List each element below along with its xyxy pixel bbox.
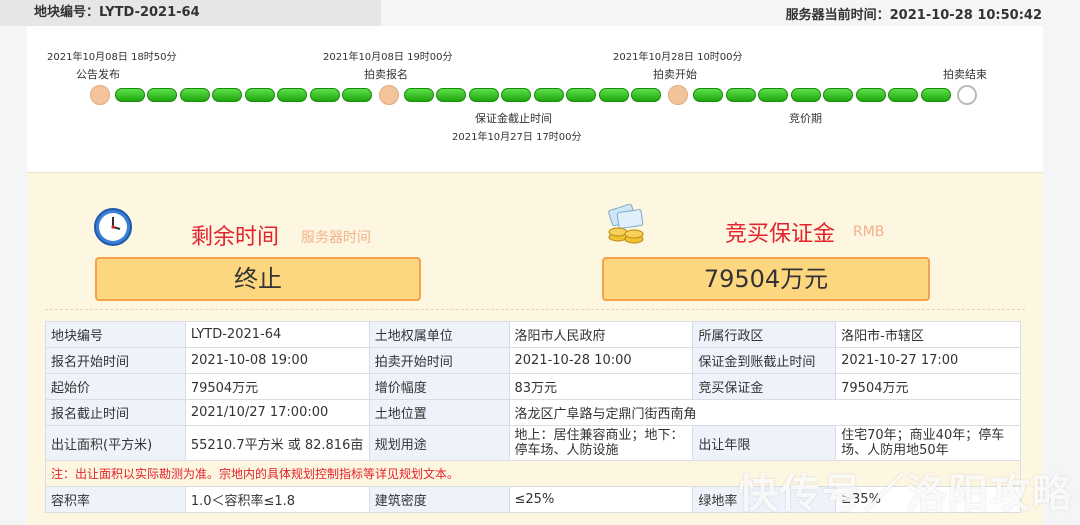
table-cell-value: 地上：居住兼容商业；地下：停车场、人防设施 [508, 425, 694, 461]
table-cell-value: 1.0＜容积率≤1.8 [184, 486, 370, 513]
progress-segment [566, 88, 597, 102]
table-row: 地块编号 LYTD-2021-64 土地权属单位 洛阳市人民政府 所属行政区 洛… [45, 321, 1021, 348]
progress-segment [404, 88, 434, 102]
progress-segment [501, 88, 532, 102]
table-row: 报名截止时间 2021/10/27 17:00:00 土地位置 洛龙区广阜路与定… [45, 399, 1022, 426]
stage-date-register: 2021年10月08日 19时00分 [323, 52, 453, 63]
table-cell-value: 2021-10-27 17:00 [835, 347, 1021, 374]
progress-segment [921, 88, 951, 102]
table-cell-value: 79504万元 [835, 373, 1021, 400]
stage-dot-announce [90, 85, 110, 105]
stage-date-announce: 2021年10月08日 18时50分 [47, 52, 177, 63]
table-cell-value: 洛阳市-市辖区 [835, 321, 1021, 348]
table-cell-key: 建筑密度 [368, 486, 510, 513]
table-row: 报名开始时间 2021-10-08 19:00 拍卖开始时间 2021-10-2… [45, 347, 1021, 374]
server-time: 服务器当前时间：2021-10-28 10:50:42 [785, 7, 1042, 23]
progress-segment [758, 88, 789, 102]
table-cell-key: 起始价 [45, 373, 186, 400]
remaining-time-value: 终止 [95, 257, 421, 301]
table-cell-key: 报名开始时间 [45, 347, 186, 374]
progress-segment [855, 88, 886, 102]
stage-label-start: 拍卖开始 [653, 68, 697, 81]
divider [45, 309, 1025, 310]
remaining-time-subtitle: 服务器时间 [301, 230, 371, 246]
progress-segment [693, 88, 723, 102]
progress-segment [179, 88, 210, 102]
progress-segment [277, 88, 308, 102]
table-cell-value: 2021/10/27 17:00:00 [184, 399, 370, 426]
progress-segment [598, 88, 629, 102]
stage-dot-start [668, 85, 688, 105]
stage-label-register: 拍卖报名 [364, 68, 408, 81]
remaining-time-title: 剩余时间 [191, 225, 280, 250]
top-bar: 地块编号：LYTD-2021-64 服务器当前时间：2021-10-28 10:… [0, 0, 1080, 26]
table-row: 出让面积(平方米) 55210.7平方米 或 82.816亩 规划用途 地上：居… [45, 425, 1021, 461]
progress-segment [342, 88, 372, 102]
table-cell-key: 保证金到账截止时间 [692, 347, 837, 374]
deposit-deadline-label: 保证金截止时间 [475, 112, 552, 125]
table-cell-value: 洛阳市人民政府 [508, 321, 694, 348]
progress-segment [212, 88, 243, 102]
table-cell-key: 增价幅度 [368, 373, 510, 400]
table-cell-key: 土地位置 [368, 399, 510, 426]
progress-segment [436, 88, 467, 102]
progress-segment [631, 88, 661, 102]
table-cell-value: ≤25% [508, 486, 694, 513]
deposit-deadline-date: 2021年10月27日 17时00分 [452, 132, 582, 143]
progress-segment [115, 88, 145, 102]
progress-segment [468, 88, 499, 102]
table-cell-value: 2021-10-08 19:00 [184, 347, 370, 374]
stage-dot-end [957, 85, 977, 105]
table-row: 起始价 79504万元 增价幅度 83万元 竞买保证金 79504万元 [45, 373, 1021, 400]
progress-segment [147, 88, 178, 102]
stage-label-announce: 公告发布 [76, 68, 120, 81]
progress-segment [309, 88, 340, 102]
table-cell-key: 容积率 [45, 486, 186, 513]
table-cell-key: 拍卖开始时间 [368, 347, 510, 374]
stage-dot-register [379, 85, 399, 105]
table-cell-key: 出让面积(平方米) [45, 425, 186, 461]
table-cell-value: 83万元 [508, 373, 694, 400]
table-cell-value: 洛龙区广阜路与定鼎门街西南角 [508, 399, 1022, 426]
table-cell-value: LYTD-2021-64 [184, 321, 370, 348]
progress-segment [725, 88, 756, 102]
table-cell-value: 住宅70年；商业40年；停车场、人防用地50年 [835, 425, 1021, 461]
progress-segment [244, 88, 275, 102]
watermark: 快传号／洛阳攻略 [738, 471, 1074, 517]
table-cell-key: 地块编号 [45, 321, 186, 348]
deposit-subtitle: RMB [853, 224, 885, 240]
progress-segment [533, 88, 564, 102]
table-cell-value: 55210.7平方米 或 82.816亩 [184, 425, 370, 461]
table-cell-key: 规划用途 [368, 425, 510, 461]
auction-timeline: 2021年10月08日 18时50分 公告发布 2021年10月08日 19时0… [27, 26, 1043, 172]
table-cell-value: 2021-10-28 10:00 [508, 347, 694, 374]
lot-number-tag: 地块编号：LYTD-2021-64 [0, 0, 381, 26]
clock-icon [94, 208, 132, 246]
table-cell-value: 79504万元 [184, 373, 370, 400]
table-cell-key: 土地权属单位 [368, 321, 510, 348]
stage-date-start: 2021年10月28日 10时00分 [613, 52, 743, 63]
bidding-period-label: 竞价期 [789, 112, 822, 125]
table-cell-key: 出让年限 [692, 425, 837, 461]
progress-segment [823, 88, 854, 102]
table-cell-key: 竞买保证金 [692, 373, 837, 400]
progress-segment [790, 88, 821, 102]
table-cell-key: 所属行政区 [692, 321, 837, 348]
table-cell-key: 报名截止时间 [45, 399, 186, 426]
deposit-value: 79504万元 [602, 257, 930, 301]
deposit-title: 竞买保证金 [725, 222, 836, 247]
progress-segment [888, 88, 919, 102]
money-icon [608, 203, 644, 244]
stage-label-end: 拍卖结束 [943, 68, 987, 81]
